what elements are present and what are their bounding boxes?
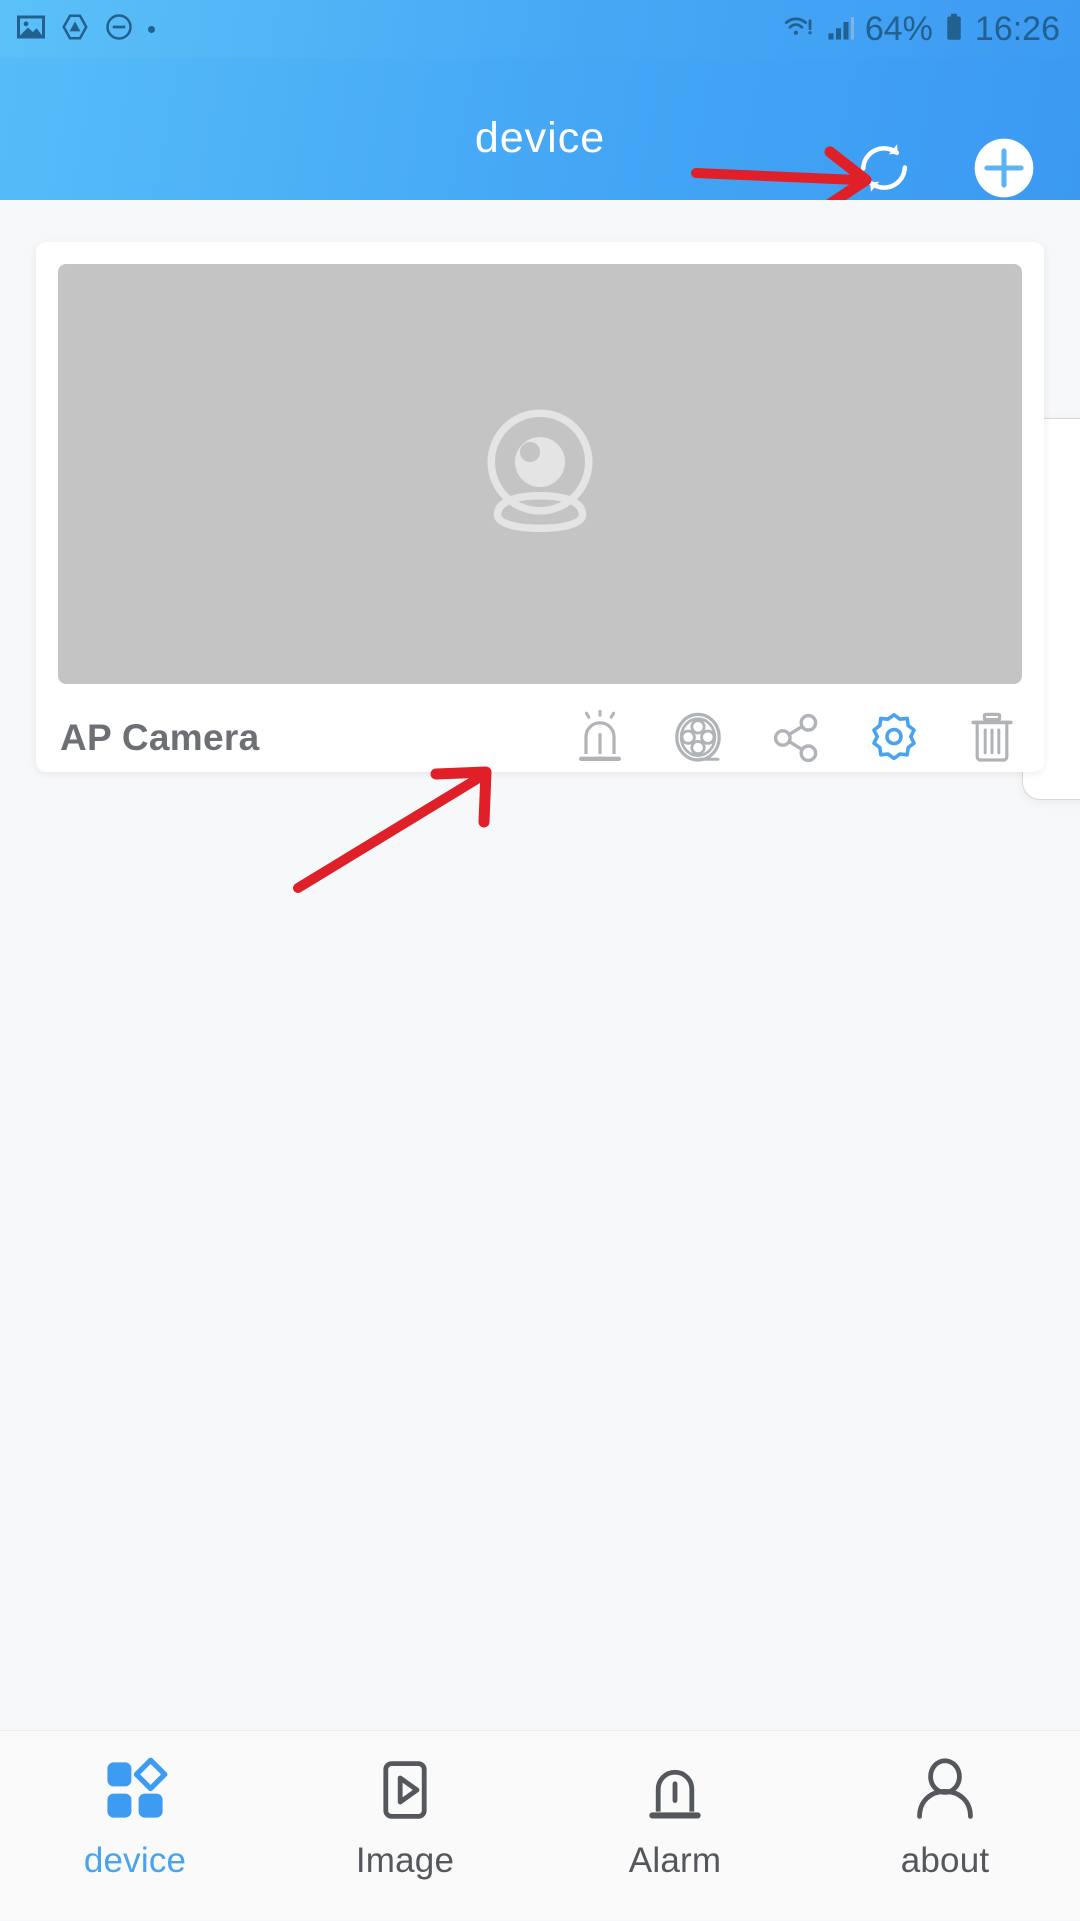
battery-percent-label: 64% — [865, 10, 933, 49]
nav-label-device: device — [84, 1841, 186, 1881]
clock-label: 16:26 — [975, 10, 1060, 49]
main-content: AP Camera — [0, 200, 1080, 1730]
nav-label-about: about — [901, 1841, 990, 1881]
annotation-arrow-to-camera — [286, 760, 506, 900]
signal-bars-icon — [827, 12, 855, 47]
webcam-placeholder-icon — [465, 397, 615, 552]
siren-alarm-icon — [639, 1753, 711, 1827]
do-not-disturb-icon — [104, 12, 134, 47]
image-icon — [16, 12, 46, 47]
nav-label-image: Image — [356, 1841, 454, 1881]
nav-item-about[interactable]: about — [810, 1731, 1080, 1921]
battery-icon — [943, 12, 965, 47]
nav-item-device[interactable]: device — [0, 1731, 270, 1921]
app-bar: device — [0, 58, 1080, 200]
device-card-actions — [570, 704, 1022, 772]
trash-icon[interactable] — [962, 708, 1022, 768]
person-icon — [909, 1753, 981, 1827]
status-bar: 64% 16:26 — [0, 0, 1080, 58]
nav-item-alarm[interactable]: Alarm — [540, 1731, 810, 1921]
play-rect-icon — [369, 1753, 441, 1827]
film-reel-icon[interactable] — [668, 708, 728, 768]
device-preview-thumbnail[interactable] — [58, 264, 1022, 684]
bottom-navigation: device Image Alarm about — [0, 1730, 1080, 1920]
page-title: device — [0, 58, 1080, 200]
share-nodes-icon[interactable] — [766, 708, 826, 768]
refresh-icon[interactable] — [852, 136, 916, 200]
device-card[interactable]: AP Camera — [36, 242, 1044, 772]
device-name-label: AP Camera — [60, 704, 259, 772]
plus-circle-icon[interactable] — [972, 136, 1036, 200]
nav-label-alarm: Alarm — [629, 1841, 721, 1881]
alarm-icon[interactable] — [570, 708, 630, 768]
dot-indicator — [148, 26, 155, 33]
grid-blocks-icon — [99, 1753, 171, 1827]
nav-item-image[interactable]: Image — [270, 1731, 540, 1921]
device-card-footer: AP Camera — [36, 704, 1044, 772]
status-bar-right: 64% 16:26 — [783, 10, 1060, 49]
wifi-warning-icon — [783, 12, 817, 47]
gear-icon[interactable] — [864, 708, 924, 768]
status-bar-left — [16, 12, 155, 47]
affinity-triangle-icon — [60, 12, 90, 47]
